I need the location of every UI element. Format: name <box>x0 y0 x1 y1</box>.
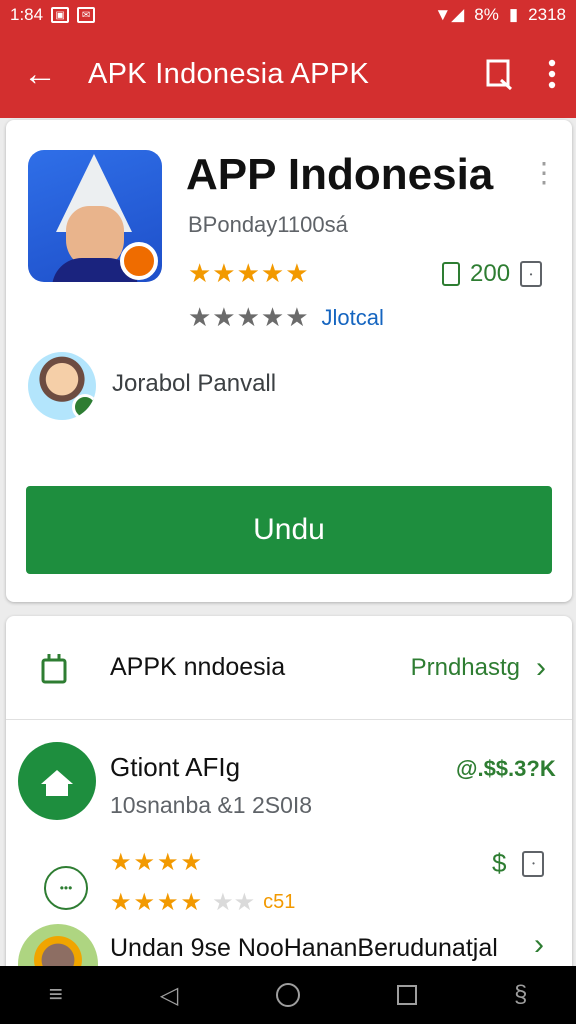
info-icon[interactable]: • <box>522 850 545 877</box>
home-icon[interactable] <box>18 742 96 820</box>
link-icon[interactable]: ••• <box>44 866 88 910</box>
downloads-info: 200 • <box>442 260 543 288</box>
promo-price: @.$$.3?K <box>456 756 556 781</box>
star-rating-icon: ★★★★ <box>110 889 205 916</box>
app-name: APP Indonesia <box>186 150 494 199</box>
status-time: 1:84 <box>10 5 44 24</box>
half-star-icon: ★ <box>285 258 310 288</box>
menu-icon[interactable]: ≡ <box>49 981 63 1009</box>
package-icon <box>41 653 67 683</box>
app-bar: ← APK Indonesia APPK <box>0 30 576 118</box>
rating-count: c51 <box>263 891 296 913</box>
battery-text: 2318 <box>528 5 566 24</box>
back-nav-icon[interactable]: ◁ <box>160 981 178 1010</box>
empty-star-icon: ★★ <box>212 889 256 916</box>
recents-nav-icon[interactable] <box>396 985 417 1005</box>
user-rating: ★★★★★ Jlotcal <box>188 302 384 333</box>
app-detail-card: APP Indonesia ⋮ BPonday1100sá ★★★★ ★ 200 … <box>6 120 572 602</box>
downloads-count: 200 <box>470 260 511 287</box>
star-rating-icon: ★★★★ <box>110 849 205 876</box>
chevron-right-icon: › <box>536 650 546 684</box>
list-item[interactable]: APPK nndoesia Prndhastg › <box>6 616 572 720</box>
download-icon <box>442 262 460 286</box>
app-icon <box>28 150 162 282</box>
promo-title[interactable]: Gtiont AFIg <box>110 752 240 783</box>
install-button[interactable]: Undu <box>26 486 552 574</box>
info-icon[interactable]: • <box>520 261 543 287</box>
author-name[interactable]: Jorabol Panvall <box>112 370 276 398</box>
battery-icon: ▮ <box>508 5 519 24</box>
overflow-menu-icon[interactable] <box>548 59 556 89</box>
rate-stars-icon[interactable]: ★★★★★ <box>188 302 310 333</box>
details-list-card: APPK nndoesia Prndhastg › Gtiont AFIg 10… <box>6 616 572 984</box>
back-arrow-icon[interactable]: ← <box>20 54 60 94</box>
author-avatar[interactable] <box>28 352 96 420</box>
status-bar: 1:84 ▣ ✉ ▼◢ 8% ▮ 2318 <box>0 0 576 30</box>
rating-link[interactable]: Jlotcal <box>322 305 384 331</box>
assistant-icon[interactable]: § <box>514 981 527 1009</box>
rating-stars: ★★★★ ★ <box>188 258 310 289</box>
more-options-icon[interactable]: ⋮ <box>530 156 558 189</box>
system-nav-bar: ≡ ◁ § <box>0 966 576 1024</box>
star-rating-icon: ★★★★ <box>188 258 286 288</box>
promo-subtitle: 10snanba &1 2S0I8 <box>110 792 313 818</box>
developer-name[interactable]: BPonday1100sá <box>188 212 348 238</box>
chevron-right-icon[interactable]: › <box>534 928 544 962</box>
price-info: $ • <box>492 848 545 879</box>
notification-icon: ▣ <box>51 7 70 23</box>
list-item-label: APPK nndoesia <box>110 653 286 681</box>
list-item-label[interactable]: Undan 9se NooHananBerudunatjal <box>110 934 498 963</box>
message-icon: ✉ <box>77 7 96 23</box>
dollar-text: $ <box>492 848 507 878</box>
home-nav-icon[interactable] <box>275 983 300 1007</box>
wifi-icon: ▼◢ <box>434 5 465 24</box>
signal-text: 8% <box>474 5 499 24</box>
app-bar-title: APK Indonesia APPK <box>88 57 370 90</box>
bookmark-search-icon[interactable] <box>484 58 514 90</box>
list-item-value: Prndhastg <box>410 653 520 681</box>
star-rating-row: ★★★★ ★★ c51 <box>110 888 295 917</box>
